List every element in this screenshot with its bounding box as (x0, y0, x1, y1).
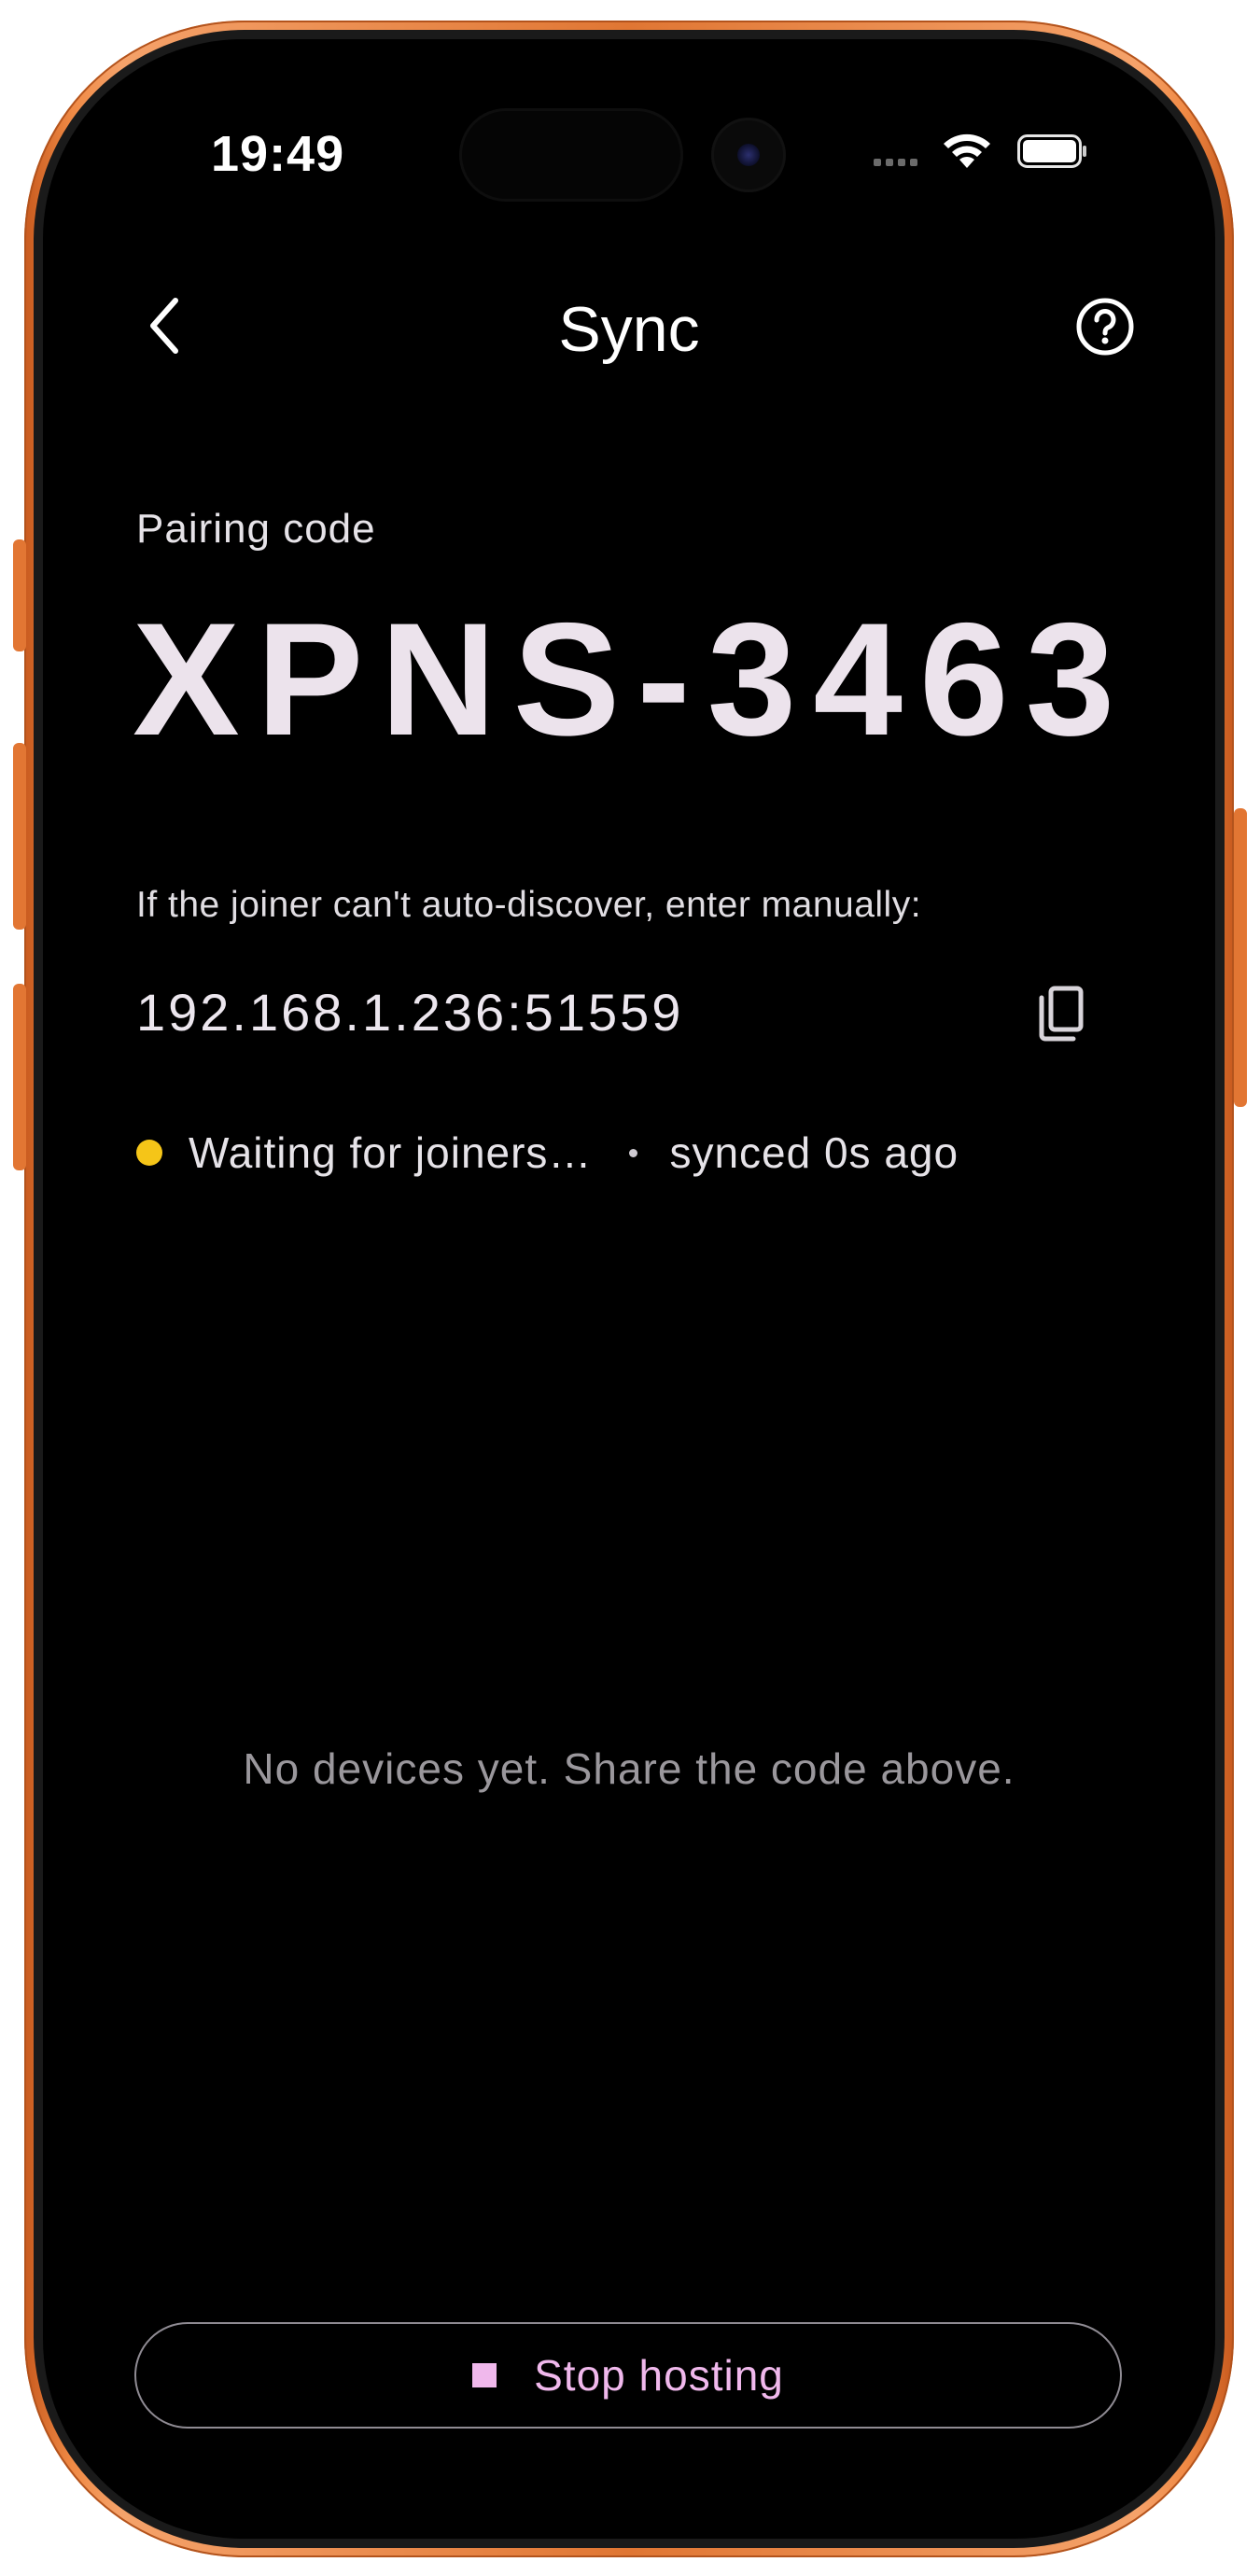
page-title: Sync (558, 294, 700, 365)
volume-down-button (13, 984, 26, 1170)
stop-hosting-button[interactable]: Stop hosting (134, 2322, 1122, 2429)
volume-up-button (13, 743, 26, 930)
cellular-signal-icon (874, 159, 917, 166)
app-screen: 19:49 Sync Pairing code XPNS-3463 If the… (43, 39, 1215, 2539)
wifi-icon (944, 133, 990, 168)
copy-icon (1039, 986, 1084, 1042)
empty-devices-message: No devices yet. Share the code above. (243, 1744, 1015, 1793)
status-indicator (136, 1140, 162, 1166)
action-button (13, 539, 26, 651)
stop-square-icon (472, 2363, 497, 2387)
separator-dot (629, 1148, 638, 1157)
stop-hosting-label: Stop hosting (534, 2351, 784, 2400)
status-time: 19:49 (211, 126, 345, 182)
host-address: 192.168.1.236:51559 (136, 983, 684, 1042)
pairing-code-label: Pairing code (136, 506, 376, 552)
status-text: Waiting for joiners… (189, 1128, 593, 1177)
camera-lens (737, 144, 760, 166)
copy-address-button[interactable] (1023, 974, 1101, 1053)
help-circle-icon (1076, 298, 1134, 356)
synced-time: synced 0s ago (669, 1128, 959, 1177)
power-button (1234, 808, 1247, 1107)
help-button[interactable] (1066, 287, 1144, 366)
manual-entry-hint: If the joiner can't auto-discover, enter… (136, 885, 922, 925)
battery-icon (1017, 134, 1086, 168)
front-camera (711, 118, 786, 192)
pairing-code: XPNS-3463 (133, 590, 1132, 769)
dynamic-island (459, 108, 683, 202)
sync-status: Waiting for joiners… synced 0s ago (136, 1127, 959, 1178)
